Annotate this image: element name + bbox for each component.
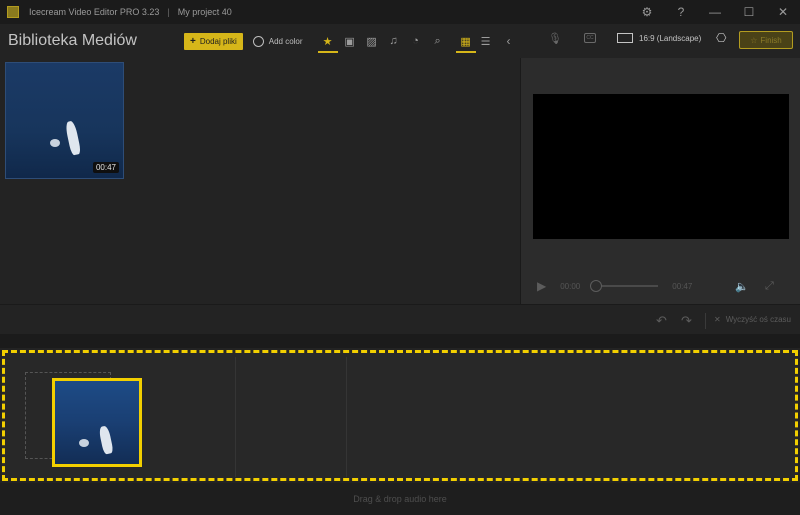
- title-separator: |: [167, 7, 170, 17]
- aspect-ratio-label: 16:9 (Landscape): [639, 33, 702, 43]
- audio-drop-zone[interactable]: Drag & drop audio here: [0, 483, 800, 515]
- player-controls: ▶ 00:00 00:47 🔈 ⤢: [521, 274, 800, 298]
- filter-recent-icon[interactable]: ◔: [409, 33, 423, 49]
- video-preview: [533, 94, 789, 239]
- timeline-divider: [235, 357, 236, 477]
- audio-drop-label: Drag & drop audio here: [353, 494, 447, 504]
- filter-music-icon[interactable]: ♫: [387, 33, 401, 49]
- clear-timeline-button[interactable]: ✕ Wyczyść oś czasu: [714, 315, 791, 324]
- add-color-label: Add color: [268, 36, 303, 46]
- preview-panel: ▶ 00:00 00:47 🔈 ⤢: [520, 58, 800, 304]
- filter-image-icon[interactable]: ▨: [365, 33, 379, 49]
- clear-timeline-label: Wyczyść oś czasu: [725, 315, 791, 324]
- webcam-icon[interactable]: ⎔: [716, 31, 726, 45]
- timeline-drop-zone[interactable]: [2, 350, 798, 481]
- play-icon[interactable]: ▶: [537, 279, 546, 293]
- add-color-button[interactable]: Add color: [252, 35, 303, 47]
- color-palette-icon: [252, 35, 264, 47]
- app-title: Icecream Video Editor PRO 3.23: [29, 7, 160, 17]
- library-title: Biblioteka Mediów: [8, 32, 137, 49]
- current-time: 00:00: [560, 281, 581, 291]
- timeline-clip[interactable]: [52, 378, 142, 467]
- redo-icon[interactable]: ↷: [681, 313, 692, 329]
- thumbnail-figure-secondary: [50, 139, 60, 147]
- maximize-button[interactable]: ☐: [732, 0, 766, 24]
- total-time: 00:47: [672, 281, 693, 291]
- clip-figure: [98, 425, 114, 455]
- aspect-ratio-icon: [617, 33, 633, 43]
- add-files-label: Dodaj pliki: [199, 36, 237, 46]
- add-files-button[interactable]: + Dodaj pliki: [184, 32, 243, 50]
- media-library: 00:47: [0, 58, 520, 304]
- timeline-divider: [346, 357, 347, 477]
- search-icon[interactable]: ⌕: [431, 33, 445, 49]
- media-duration: 00:47: [92, 162, 119, 173]
- microphone-icon[interactable]: 🎙: [548, 32, 562, 45]
- list-view-icon[interactable]: ☰: [479, 33, 493, 49]
- settings-gear-icon[interactable]: ⚙: [630, 0, 664, 24]
- volume-icon[interactable]: 🔈: [735, 280, 749, 293]
- undo-icon[interactable]: ↶: [656, 313, 667, 329]
- filter-video-icon[interactable]: ▣: [343, 33, 357, 49]
- close-button[interactable]: ✕: [766, 0, 800, 24]
- finish-label: Finish: [760, 35, 782, 45]
- edit-bar: ↶ ↷ ✕ Wyczyść oś czasu: [0, 304, 800, 334]
- view-toggle: ▦ ☰: [455, 33, 493, 53]
- help-icon[interactable]: ?: [664, 0, 698, 24]
- media-filters: ★ ▣ ▨ ♫ ◔ ⌕: [317, 33, 445, 53]
- seek-handle[interactable]: [590, 280, 603, 292]
- project-name: My project 40: [177, 7, 232, 17]
- plus-icon: +: [190, 35, 196, 47]
- media-item[interactable]: 00:47: [5, 62, 124, 179]
- finish-button[interactable]: ☆ Finish: [739, 31, 793, 49]
- collapse-panel-chevron-icon[interactable]: ‹: [507, 34, 511, 48]
- clear-x-icon: ✕: [714, 315, 721, 324]
- timeline-header: [0, 334, 800, 348]
- title-bar: Icecream Video Editor PRO 3.23 | My proj…: [0, 0, 800, 24]
- clip-figure-secondary: [79, 439, 89, 447]
- thumbnail-figure: [64, 120, 82, 156]
- aspect-ratio-selector[interactable]: 16:9 (Landscape): [617, 33, 701, 43]
- window-controls: ⚙ ? — ☐ ✕: [630, 0, 800, 24]
- finish-star-icon: ☆: [750, 35, 758, 45]
- app-logo-icon: [7, 6, 19, 18]
- seek-slider[interactable]: [590, 280, 659, 292]
- grid-view-icon[interactable]: ▦: [455, 33, 476, 53]
- fullscreen-icon[interactable]: ⤢: [765, 280, 774, 293]
- edit-divider: [705, 313, 706, 329]
- subtitles-icon[interactable]: CC: [584, 33, 596, 43]
- minimize-button[interactable]: —: [698, 0, 732, 24]
- filter-all-star-icon[interactable]: ★: [317, 33, 338, 53]
